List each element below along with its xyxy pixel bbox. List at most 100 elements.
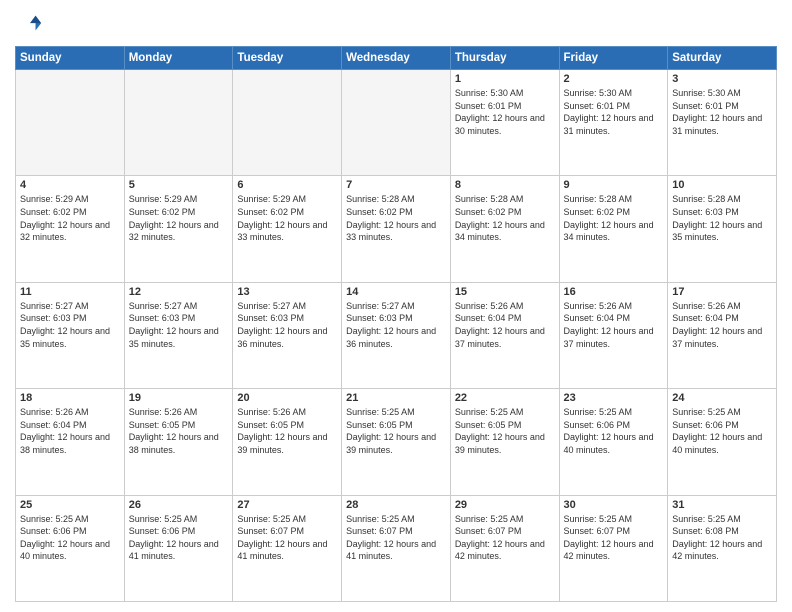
- day-info: Sunrise: 5:28 AMSunset: 6:02 PMDaylight:…: [346, 193, 446, 243]
- day-number: 25: [20, 499, 120, 511]
- day-number: 16: [564, 286, 664, 298]
- day-cell: 12 Sunrise: 5:27 AMSunset: 6:03 PMDayligh…: [124, 282, 233, 388]
- day-number: 30: [564, 499, 664, 511]
- day-cell: 19 Sunrise: 5:26 AMSunset: 6:05 PMDayligh…: [124, 389, 233, 495]
- day-info: Sunrise: 5:27 AMSunset: 6:03 PMDaylight:…: [20, 300, 120, 350]
- day-header-sunday: Sunday: [16, 47, 125, 70]
- day-info: Sunrise: 5:26 AMSunset: 6:05 PMDaylight:…: [129, 406, 229, 456]
- day-number: 12: [129, 286, 229, 298]
- day-info: Sunrise: 5:28 AMSunset: 6:02 PMDaylight:…: [455, 193, 555, 243]
- header: [15, 10, 777, 38]
- day-cell: [16, 70, 125, 176]
- day-info: Sunrise: 5:25 AMSunset: 6:05 PMDaylight:…: [346, 406, 446, 456]
- day-info: Sunrise: 5:25 AMSunset: 6:07 PMDaylight:…: [455, 513, 555, 563]
- day-info: Sunrise: 5:25 AMSunset: 6:06 PMDaylight:…: [564, 406, 664, 456]
- day-cell: 17 Sunrise: 5:26 AMSunset: 6:04 PMDayligh…: [668, 282, 777, 388]
- day-header-thursday: Thursday: [450, 47, 559, 70]
- logo-icon: [15, 10, 43, 38]
- day-header-tuesday: Tuesday: [233, 47, 342, 70]
- week-row-5: 25 Sunrise: 5:25 AMSunset: 6:06 PMDayligh…: [16, 495, 777, 601]
- day-cell: 18Sunrise: 5:26 AMSunset: 6:04 PMDayligh…: [16, 389, 125, 495]
- day-number: 23: [564, 392, 664, 404]
- day-cell: [233, 70, 342, 176]
- day-info: Sunrise: 5:29 AMSunset: 6:02 PMDaylight:…: [20, 193, 120, 243]
- day-cell: 16 Sunrise: 5:26 AMSunset: 6:04 PMDayligh…: [559, 282, 668, 388]
- day-info: Sunrise: 5:25 AMSunset: 6:07 PMDaylight:…: [564, 513, 664, 563]
- day-info: Sunrise: 5:25 AMSunset: 6:07 PMDaylight:…: [346, 513, 446, 563]
- day-cell: 15Sunrise: 5:26 AMSunset: 6:04 PMDayligh…: [450, 282, 559, 388]
- day-number: 22: [455, 392, 555, 404]
- day-cell: 27 Sunrise: 5:25 AMSunset: 6:07 PMDayligh…: [233, 495, 342, 601]
- day-info: Sunrise: 5:26 AMSunset: 6:04 PMDaylight:…: [564, 300, 664, 350]
- day-number: 5: [129, 179, 229, 191]
- day-info: Sunrise: 5:28 AMSunset: 6:03 PMDaylight:…: [672, 193, 772, 243]
- day-info: Sunrise: 5:27 AMSunset: 6:03 PMDaylight:…: [346, 300, 446, 350]
- calendar-table: SundayMondayTuesdayWednesdayThursdayFrid…: [15, 46, 777, 602]
- day-cell: 9 Sunrise: 5:28 AMSunset: 6:02 PMDaylight…: [559, 176, 668, 282]
- day-cell: 20 Sunrise: 5:26 AMSunset: 6:05 PMDayligh…: [233, 389, 342, 495]
- day-cell: 7 Sunrise: 5:28 AMSunset: 6:02 PMDaylight…: [342, 176, 451, 282]
- day-cell: 14 Sunrise: 5:27 AMSunset: 6:03 PMDayligh…: [342, 282, 451, 388]
- day-cell: 24Sunrise: 5:25 AMSunset: 6:06 PMDayligh…: [668, 389, 777, 495]
- day-number: 27: [237, 499, 337, 511]
- day-number: 21: [346, 392, 446, 404]
- day-info: Sunrise: 5:26 AMSunset: 6:04 PMDaylight:…: [455, 300, 555, 350]
- day-cell: 21 Sunrise: 5:25 AMSunset: 6:05 PMDayligh…: [342, 389, 451, 495]
- day-header-monday: Monday: [124, 47, 233, 70]
- day-number: 31: [672, 499, 772, 511]
- day-cell: 26Sunrise: 5:25 AMSunset: 6:06 PMDayligh…: [124, 495, 233, 601]
- day-cell: 5Sunrise: 5:29 AMSunset: 6:02 PMDaylight…: [124, 176, 233, 282]
- day-number: 18: [20, 392, 120, 404]
- day-number: 6: [237, 179, 337, 191]
- week-row-1: 1 Sunrise: 5:30 AMSunset: 6:01 PMDaylight…: [16, 70, 777, 176]
- day-number: 4: [20, 179, 120, 191]
- day-info: Sunrise: 5:29 AMSunset: 6:02 PMDaylight:…: [237, 193, 337, 243]
- day-info: Sunrise: 5:27 AMSunset: 6:03 PMDaylight:…: [129, 300, 229, 350]
- week-row-2: 4 Sunrise: 5:29 AMSunset: 6:02 PMDaylight…: [16, 176, 777, 282]
- day-number: 1: [455, 73, 555, 85]
- day-cell: 10Sunrise: 5:28 AMSunset: 6:03 PMDayligh…: [668, 176, 777, 282]
- day-number: 20: [237, 392, 337, 404]
- day-number: 28: [346, 499, 446, 511]
- day-info: Sunrise: 5:26 AMSunset: 6:05 PMDaylight:…: [237, 406, 337, 456]
- day-cell: 4 Sunrise: 5:29 AMSunset: 6:02 PMDaylight…: [16, 176, 125, 282]
- day-number: 14: [346, 286, 446, 298]
- day-number: 9: [564, 179, 664, 191]
- day-header-wednesday: Wednesday: [342, 47, 451, 70]
- day-cell: 3 Sunrise: 5:30 AMSunset: 6:01 PMDaylight…: [668, 70, 777, 176]
- day-info: Sunrise: 5:30 AMSunset: 6:01 PMDaylight:…: [564, 87, 664, 137]
- day-cell: 6 Sunrise: 5:29 AMSunset: 6:02 PMDaylight…: [233, 176, 342, 282]
- day-number: 7: [346, 179, 446, 191]
- day-cell: 1 Sunrise: 5:30 AMSunset: 6:01 PMDaylight…: [450, 70, 559, 176]
- day-number: 8: [455, 179, 555, 191]
- day-cell: 13Sunrise: 5:27 AMSunset: 6:03 PMDayligh…: [233, 282, 342, 388]
- day-info: Sunrise: 5:26 AMSunset: 6:04 PMDaylight:…: [672, 300, 772, 350]
- day-number: 3: [672, 73, 772, 85]
- day-cell: 25 Sunrise: 5:25 AMSunset: 6:06 PMDayligh…: [16, 495, 125, 601]
- day-info: Sunrise: 5:30 AMSunset: 6:01 PMDaylight:…: [672, 87, 772, 137]
- day-cell: 2 Sunrise: 5:30 AMSunset: 6:01 PMDaylight…: [559, 70, 668, 176]
- day-header-saturday: Saturday: [668, 47, 777, 70]
- day-info: Sunrise: 5:30 AMSunset: 6:01 PMDaylight:…: [455, 87, 555, 137]
- day-number: 11: [20, 286, 120, 298]
- day-cell: 28 Sunrise: 5:25 AMSunset: 6:07 PMDayligh…: [342, 495, 451, 601]
- day-cell: 22Sunrise: 5:25 AMSunset: 6:05 PMDayligh…: [450, 389, 559, 495]
- calendar-header: SundayMondayTuesdayWednesdayThursdayFrid…: [16, 47, 777, 70]
- day-number: 19: [129, 392, 229, 404]
- logo: [15, 10, 47, 38]
- page: SundayMondayTuesdayWednesdayThursdayFrid…: [0, 0, 792, 612]
- day-info: Sunrise: 5:25 AMSunset: 6:07 PMDaylight:…: [237, 513, 337, 563]
- day-info: Sunrise: 5:25 AMSunset: 6:06 PMDaylight:…: [672, 406, 772, 456]
- day-cell: 8 Sunrise: 5:28 AMSunset: 6:02 PMDaylight…: [450, 176, 559, 282]
- week-row-4: 18Sunrise: 5:26 AMSunset: 6:04 PMDayligh…: [16, 389, 777, 495]
- day-number: 2: [564, 73, 664, 85]
- day-info: Sunrise: 5:25 AMSunset: 6:06 PMDaylight:…: [20, 513, 120, 563]
- day-info: Sunrise: 5:25 AMSunset: 6:08 PMDaylight:…: [672, 513, 772, 563]
- day-info: Sunrise: 5:28 AMSunset: 6:02 PMDaylight:…: [564, 193, 664, 243]
- day-number: 29: [455, 499, 555, 511]
- day-cell: [124, 70, 233, 176]
- day-number: 17: [672, 286, 772, 298]
- day-cell: [342, 70, 451, 176]
- day-cell: 11 Sunrise: 5:27 AMSunset: 6:03 PMDayligh…: [16, 282, 125, 388]
- week-row-3: 11 Sunrise: 5:27 AMSunset: 6:03 PMDayligh…: [16, 282, 777, 388]
